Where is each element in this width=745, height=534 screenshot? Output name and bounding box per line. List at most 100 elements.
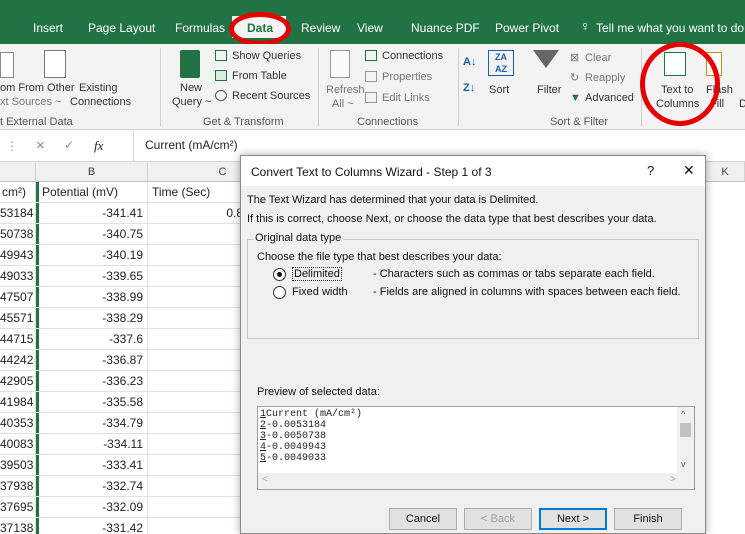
next-button[interactable]: Next > xyxy=(539,508,607,530)
column-header-b[interactable]: B xyxy=(36,162,148,182)
cell-a[interactable]: 37938 xyxy=(0,476,36,497)
preview-horizontal-scrollbar[interactable]: < > xyxy=(258,473,694,489)
cell-c[interactable] xyxy=(148,329,248,350)
cell-c[interactable] xyxy=(148,392,248,413)
advanced-filter-button[interactable]: Advanced xyxy=(585,92,634,105)
cell-a[interactable]: 40083 xyxy=(0,434,36,455)
sort-z-a-icon[interactable]: Z↓ xyxy=(463,82,475,95)
cell-b[interactable]: -334.79 xyxy=(36,413,148,434)
cell-a[interactable]: 44715 xyxy=(0,329,36,350)
cell-b[interactable]: -340.19 xyxy=(36,245,148,266)
cell-c[interactable] xyxy=(148,476,248,497)
column-header-a[interactable] xyxy=(0,162,36,182)
cell-c[interactable] xyxy=(148,413,248,434)
tab-view[interactable]: View xyxy=(357,21,383,35)
cell-a[interactable]: 39503 xyxy=(0,455,36,476)
cell-b[interactable]: -334.11 xyxy=(36,434,148,455)
cell-b[interactable]: -336.23 xyxy=(36,371,148,392)
preview-line: 1Current (mA/cm²) xyxy=(260,409,362,420)
cell-b[interactable]: -331.42 xyxy=(36,518,148,534)
cell-c[interactable] xyxy=(148,371,248,392)
cell-a[interactable]: 44242 xyxy=(0,350,36,371)
finish-button[interactable]: Finish xyxy=(614,508,682,530)
cell-c1[interactable]: Time (Sec) xyxy=(148,182,248,203)
existing-connections-button[interactable]: Existing xyxy=(79,82,118,95)
cell-a[interactable]: 49033 xyxy=(0,266,36,287)
cell-b[interactable]: -338.99 xyxy=(36,287,148,308)
cell-c[interactable] xyxy=(148,245,248,266)
cell-a[interactable]: 42905 xyxy=(0,371,36,392)
recent-sources-button[interactable]: Recent Sources xyxy=(232,90,310,103)
delimited-label[interactable]: Delimited xyxy=(292,267,342,281)
tell-me-box[interactable]: Tell me what you want to do... xyxy=(596,21,745,35)
cell-b1[interactable]: Potential (mV) xyxy=(36,182,148,203)
cell-b[interactable]: -336.87 xyxy=(36,350,148,371)
cell-c2[interactable]: 0.8 xyxy=(148,203,248,224)
preview-scroll-thumb[interactable] xyxy=(680,423,691,437)
cell-c[interactable] xyxy=(148,308,248,329)
cell-a[interactable]: 40353 xyxy=(0,413,36,434)
insert-function-icon[interactable]: fx xyxy=(94,138,103,154)
refresh-all-button[interactable]: Refresh xyxy=(326,84,365,97)
cell-b[interactable]: -340.75 xyxy=(36,224,148,245)
enter-icon[interactable]: ✓ xyxy=(64,138,74,152)
cell-c[interactable] xyxy=(148,455,248,476)
cell-c[interactable] xyxy=(148,224,248,245)
cell-b[interactable]: -339.65 xyxy=(36,266,148,287)
cell-a[interactable]: 41984 xyxy=(0,392,36,413)
help-button[interactable]: ? xyxy=(647,163,654,178)
cell-b[interactable]: -341.41 xyxy=(36,203,148,224)
sort-button[interactable]: Sort xyxy=(489,84,509,97)
remove-duplicates-partial[interactable]: D xyxy=(739,98,745,111)
cell-c[interactable] xyxy=(148,266,248,287)
cell-a[interactable]: 37138 xyxy=(0,518,36,534)
close-button[interactable]: ✕ xyxy=(683,162,695,179)
edit-links-button[interactable]: Edit Links xyxy=(382,92,430,105)
from-table-button[interactable]: From Table xyxy=(232,70,287,83)
cell-a[interactable]: 45571 xyxy=(0,308,36,329)
preview-vertical-scrollbar[interactable]: ^ v xyxy=(677,407,694,473)
back-button[interactable]: < Back xyxy=(464,508,532,530)
tab-formulas[interactable]: Formulas xyxy=(175,21,225,35)
from-other-sources-button[interactable]: om From Other xyxy=(0,82,75,95)
cell-b[interactable]: -333.41 xyxy=(36,455,148,476)
cell-c[interactable] xyxy=(148,518,248,534)
column-header-k[interactable]: K xyxy=(706,162,745,182)
tab-nuance-pdf[interactable]: Nuance PDF xyxy=(411,21,480,35)
tab-insert[interactable]: Insert xyxy=(33,21,63,35)
cancel-button[interactable]: Cancel xyxy=(389,508,457,530)
cell-a[interactable]: 49943 xyxy=(0,245,36,266)
properties-button[interactable]: Properties xyxy=(382,71,432,84)
new-query-button[interactable]: New xyxy=(180,82,202,95)
filter-button[interactable]: Filter xyxy=(537,84,561,97)
cell-a[interactable]: 37695 xyxy=(0,497,36,518)
cell-b[interactable]: -338.29 xyxy=(36,308,148,329)
show-queries-button[interactable]: Show Queries xyxy=(232,50,301,63)
connections-button[interactable]: Connections xyxy=(382,50,443,63)
cell-b[interactable]: -332.09 xyxy=(36,497,148,518)
sort-a-z-icon[interactable]: A↓ xyxy=(463,56,476,69)
fixed-width-label[interactable]: Fixed width xyxy=(292,286,348,298)
cell-c[interactable] xyxy=(148,287,248,308)
cell-a[interactable]: 50738 xyxy=(0,224,36,245)
cell-c[interactable] xyxy=(148,497,248,518)
tab-page-layout[interactable]: Page Layout xyxy=(88,21,155,35)
cell-a[interactable]: 53184 xyxy=(0,203,36,224)
cancel-icon[interactable]: × xyxy=(36,137,45,154)
formula-input[interactable]: Current (mA/cm²) xyxy=(145,138,238,152)
cell-b[interactable]: -337.6 xyxy=(36,329,148,350)
cell-a[interactable]: 47507 xyxy=(0,287,36,308)
cell-a1[interactable]: cm²) xyxy=(0,182,36,203)
fixed-width-radio[interactable] xyxy=(273,286,286,299)
cell-c[interactable] xyxy=(148,350,248,371)
tab-power-pivot[interactable]: Power Pivot xyxy=(495,21,559,35)
clear-filter-button[interactable]: Clear xyxy=(585,52,611,65)
cell-c[interactable] xyxy=(148,434,248,455)
tab-review[interactable]: Review xyxy=(301,21,340,35)
cell-b[interactable]: -335.58 xyxy=(36,392,148,413)
refresh-all-icon xyxy=(330,50,350,78)
delimited-radio[interactable] xyxy=(273,268,286,281)
cell-b[interactable]: -332.74 xyxy=(36,476,148,497)
reapply-button[interactable]: Reapply xyxy=(585,72,625,85)
sort-icon: ZA AZ xyxy=(488,50,514,76)
